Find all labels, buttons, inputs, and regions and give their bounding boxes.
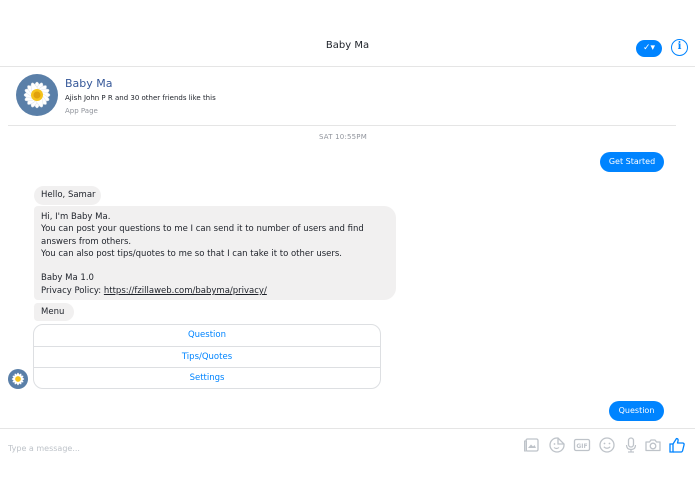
intro-message: Hi, I'm Baby Ma. You can post your quest… (34, 206, 396, 300)
page-avatar[interactable] (16, 74, 58, 116)
intro-line: Hi, I'm Baby Ma. (41, 212, 111, 222)
menu-message: Menu (34, 303, 74, 321)
privacy-policy-link[interactable]: https://fzillaweb.com/babyma/privacy/ (104, 286, 267, 296)
menu-button-question[interactable]: Question (34, 325, 380, 347)
get-started-message: Get Started (600, 152, 664, 172)
page-likes-text: Ajish John P R and 30 other friends like… (65, 94, 216, 102)
sent-question-message: Question (609, 401, 664, 421)
intro-line: You can post your questions to me I can … (41, 224, 364, 235)
message-composer: GIF (0, 428, 695, 466)
intro-line: Baby Ma 1.0 (41, 273, 94, 284)
intro-line: answers from others. (41, 236, 132, 247)
gif-icon[interactable]: GIF (573, 436, 591, 454)
microphone-icon[interactable] (622, 436, 640, 454)
privacy-line: Privacy Policy: https://fzillaweb.com/ba… (41, 285, 389, 297)
daisy-icon (16, 74, 58, 116)
message-input[interactable] (8, 441, 408, 455)
camera-icon[interactable] (644, 436, 662, 454)
conversation-header: Baby Ma ✓▾ i (0, 28, 695, 67)
menu-button-settings[interactable]: Settings (34, 368, 380, 388)
message-timestamp: SAT 10:55PM (319, 133, 367, 141)
image-icon[interactable] (523, 436, 541, 454)
page-info-card: Baby Ma Ajish John P R and 30 other frie… (8, 68, 676, 126)
menu-button-tips-quotes[interactable]: Tips/Quotes (34, 347, 380, 368)
page-name[interactable]: Baby Ma (65, 77, 113, 90)
thumbs-up-icon[interactable] (668, 436, 686, 454)
emoji-icon[interactable] (598, 436, 616, 454)
privacy-label: Privacy Policy: (41, 285, 104, 296)
sticker-icon[interactable] (548, 436, 566, 454)
checkmark-dropdown-icon[interactable]: ✓▾ (636, 40, 662, 57)
conversation-title: Baby Ma (325, 40, 370, 51)
daisy-icon (8, 369, 28, 389)
quick-menu: Question Tips/Quotes Settings (33, 324, 381, 389)
svg-text:GIF: GIF (576, 443, 587, 450)
page-type: App Page (65, 107, 98, 115)
intro-line: You can also post tips/quotes to me so t… (41, 248, 343, 259)
greeting-message: Hello, Samar (34, 186, 101, 205)
info-icon[interactable]: i (671, 39, 688, 56)
bot-avatar (8, 369, 28, 389)
